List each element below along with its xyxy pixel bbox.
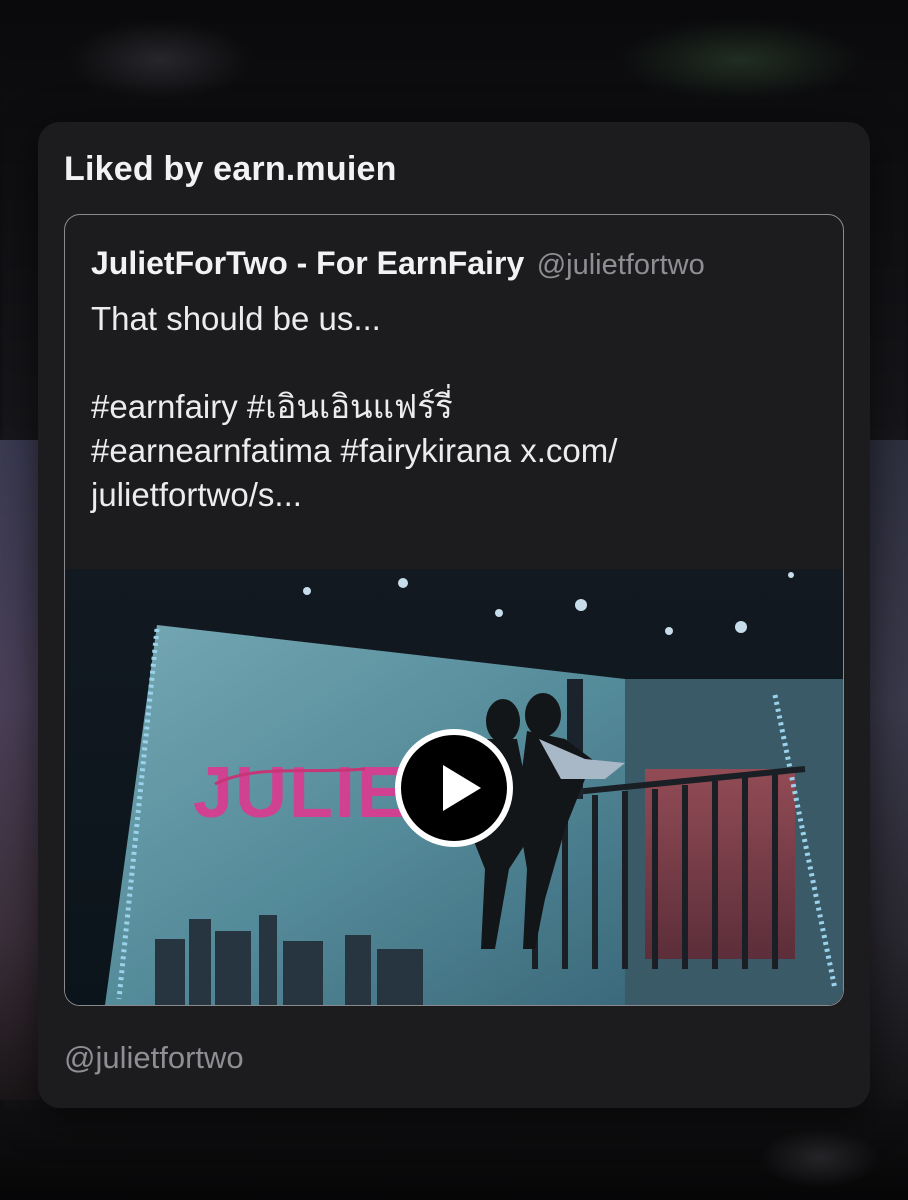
tweet-author-name[interactable]: JulietForTwo - For EarnFairy: [91, 245, 524, 281]
footer-handle[interactable]: @julietfortwo: [64, 1040, 244, 1076]
preview-card[interactable]: Liked by earn.muien JulietForTwo - For E…: [38, 122, 870, 1108]
tweet-hashtags-line[interactable]: #earnfairy #เอินเอินแฟร์รี่: [91, 385, 821, 429]
tweet-author-handle[interactable]: @julietfortwo: [537, 249, 705, 281]
tweet-link-line[interactable]: julietfortwo/s...: [91, 473, 821, 517]
liked-by-label: Liked by earn.muien: [64, 150, 397, 188]
tweet-text-line: [91, 341, 821, 385]
play-button[interactable]: [395, 729, 513, 847]
embedded-tweet[interactable]: JulietForTwo - For EarnFairy @julietfort…: [64, 214, 844, 1006]
blurred-background-right: [868, 440, 908, 1100]
play-icon: [443, 765, 481, 811]
tweet-text-line: That should be us...: [91, 300, 381, 337]
blurred-background-left: [0, 440, 40, 1100]
tweet-header: JulietForTwo - For EarnFairy @julietfort…: [91, 245, 705, 282]
tweet-video[interactable]: JULIE: [65, 569, 843, 1005]
tweet-hashtags-link-line[interactable]: #earnearnfatima #fairykirana x.com/: [91, 429, 821, 473]
tweet-text: That should be us... #earnfairy #เอินเอิ…: [91, 297, 821, 517]
blurred-background-bottom: [0, 1108, 908, 1200]
